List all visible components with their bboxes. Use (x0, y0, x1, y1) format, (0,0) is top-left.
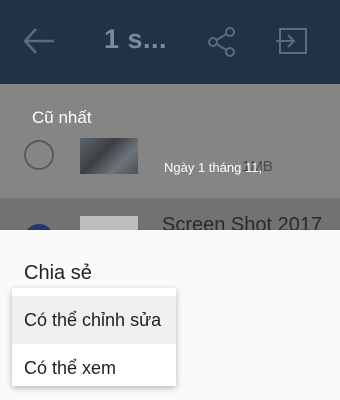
share-bottom-sheet: Chia sẻ Có thể chỉnh sửa Có thể xem (0, 230, 340, 400)
share-icon[interactable] (206, 26, 238, 58)
menu-item-can-edit[interactable]: Có thể chỉnh sửa (12, 296, 176, 344)
select-radio[interactable] (24, 140, 54, 170)
file-thumbnail (80, 216, 138, 230)
file-name: Screen Shot 2017 (162, 214, 323, 230)
menu-item-can-view[interactable]: Có thể xem (12, 344, 176, 392)
file-row[interactable]: Screen Shot 2017 (0, 198, 340, 230)
file-browser-background: 1 s... Cũ nhất 1MB Screen Shot 2017 Ngày… (0, 0, 340, 230)
date-tooltip: Ngày 1 tháng 11, (164, 160, 263, 175)
permission-menu: Có thể chỉnh sửa Có thể xem (12, 288, 176, 386)
selection-title: 1 s... (104, 24, 168, 54)
sheet-title: Chia sẻ (24, 262, 92, 284)
back-arrow-icon[interactable] (22, 26, 56, 56)
file-thumbnail (80, 138, 138, 174)
move-icon[interactable] (276, 26, 308, 56)
sort-label: Cũ nhất (32, 108, 92, 127)
top-app-bar: 1 s... (0, 0, 340, 84)
